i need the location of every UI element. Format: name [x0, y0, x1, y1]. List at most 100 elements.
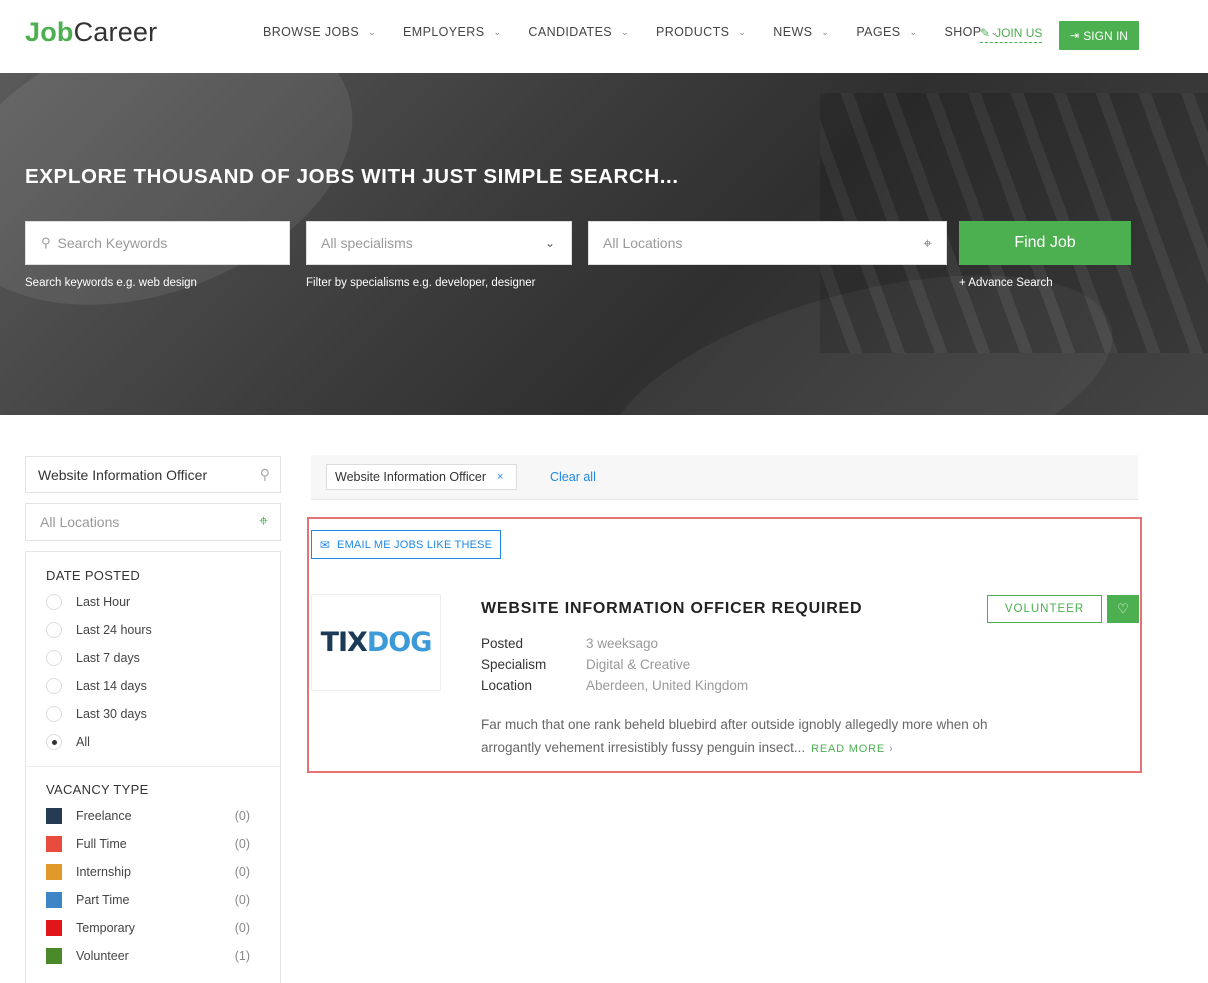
locations-placeholder: All Locations [603, 235, 683, 251]
vacancy-type-badge[interactable]: VOLUNTEER [987, 595, 1102, 623]
find-job-button[interactable]: Find Job [959, 221, 1131, 265]
job-title[interactable]: WEBSITE INFORMATION OFFICER REQUIRED [481, 600, 862, 618]
company-logo-text: TIXDOG [320, 627, 433, 658]
vacancy-label: Volunteer [76, 949, 129, 963]
hero-title: EXPLORE THOUSAND OF JOBS WITH JUST SIMPL… [25, 165, 679, 188]
email-jobs-label: EMAIL ME JOBS LIKE THESE [337, 538, 493, 551]
date-option-all[interactable]: All [46, 734, 90, 750]
vacancy-temporary[interactable]: Temporary (0) [46, 920, 250, 936]
sidebar-search-input[interactable]: Website Information Officer ⚲ [25, 456, 281, 493]
chevron-down-icon: ⌄ [493, 26, 502, 37]
date-option-last-7-days[interactable]: Last 7 days [46, 650, 140, 666]
specialisms-value: All specialisms [321, 235, 413, 251]
sign-in-button[interactable]: ⇥ SIGN IN [1059, 21, 1139, 50]
heart-icon: ♡ [1117, 601, 1129, 616]
sidebar-location-input[interactable]: All Locations ⌖ [25, 503, 281, 541]
sidebar-location-placeholder: All Locations [40, 514, 120, 530]
vacancy-label: Freelance [76, 809, 132, 823]
logo-text-part: TIX [320, 627, 368, 658]
chevron-down-icon: ⌄ [621, 26, 629, 37]
crosshair-icon[interactable]: ⌖ [924, 235, 932, 252]
sign-in-label: SIGN IN [1083, 28, 1128, 43]
nav-label: CANDIDATES [528, 25, 613, 39]
radio-button-selected[interactable] [46, 734, 62, 750]
vacancy-label: Part Time [76, 893, 130, 907]
pencil-icon: ✎ [980, 26, 991, 40]
hero-background-shape [0, 73, 392, 357]
date-option-label: Last Hour [76, 595, 131, 609]
search-icon[interactable]: ⚲ [260, 466, 270, 483]
location-value: Aberdeen, United Kingdom [586, 678, 749, 693]
vacancy-part-time[interactable]: Part Time (0) [46, 892, 250, 908]
color-swatch [46, 808, 62, 824]
specialisms-select[interactable]: All specialisms ⌄ [306, 221, 572, 265]
location-label: Location [481, 678, 533, 693]
read-more-label: READ MORE [811, 743, 885, 755]
vacancy-count: (1) [234, 949, 250, 963]
specialism-value: Digital & Creative [586, 657, 691, 672]
vacancy-label: Internship [76, 865, 131, 879]
radio-button[interactable] [46, 622, 62, 638]
date-option-last-hour[interactable]: Last Hour [46, 594, 130, 610]
vacancy-freelance[interactable]: Freelance (0) [46, 808, 250, 824]
filter-tag-label: Website Information Officer [335, 470, 486, 484]
vacancy-type-title: VACANCY TYPE [46, 782, 149, 797]
nav-browse-jobs[interactable]: BROWSE JOBS ⌄ [263, 25, 376, 39]
email-jobs-button[interactable]: ✉ EMAIL ME JOBS LIKE THESE [311, 530, 501, 559]
advance-search-link[interactable]: + Advance Search [959, 277, 1053, 289]
radio-button[interactable] [46, 650, 62, 666]
color-swatch [46, 920, 62, 936]
keywords-input[interactable]: ⚲ Search Keywords [25, 221, 290, 265]
locations-input[interactable]: All Locations ⌖ [588, 221, 947, 265]
favorite-button[interactable]: ♡ [1107, 595, 1139, 623]
vacancy-full-time[interactable]: Full Time (0) [46, 836, 250, 852]
vacancy-volunteer[interactable]: Volunteer (1) [46, 948, 250, 964]
keywords-hint: Search keywords e.g. web design [25, 277, 197, 289]
posted-value: 3 weeksago [586, 636, 659, 651]
close-icon[interactable]: × [497, 471, 503, 483]
nav-label: SHOP [944, 25, 982, 39]
join-us-link[interactable]: ✎ JOIN US [980, 26, 1043, 43]
chevron-down-icon: ⌄ [821, 26, 830, 37]
date-option-last-24-hours[interactable]: Last 24 hours [46, 622, 152, 638]
site-logo[interactable]: JobCareer [25, 17, 157, 48]
chevron-right-icon: › [888, 743, 894, 755]
date-option-last-30-days[interactable]: Last 30 days [46, 706, 147, 722]
nav-label: BROWSE JOBS [263, 25, 360, 39]
nav-pages[interactable]: PAGES ⌄ [856, 25, 917, 39]
color-swatch [46, 864, 62, 880]
date-option-last-14-days[interactable]: Last 14 days [46, 678, 147, 694]
clear-all-link[interactable]: Clear all [550, 470, 596, 484]
nav-label: PAGES [856, 25, 901, 39]
vacancy-count: (0) [234, 921, 250, 935]
vacancy-count: (0) [234, 809, 250, 823]
job-description-text: Far much that one rank beheld bluebird a… [481, 717, 988, 755]
radio-button[interactable] [46, 706, 62, 722]
nav-candidates[interactable]: CANDIDATES ⌄ [528, 25, 629, 39]
vacancy-internship[interactable]: Internship (0) [46, 864, 250, 880]
nav-products[interactable]: PRODUCTS ⌄ [656, 25, 746, 39]
nav-news[interactable]: NEWS ⌄ [773, 25, 829, 39]
vacancy-count: (0) [234, 893, 250, 907]
color-swatch [46, 948, 62, 964]
active-filters-bar: Website Information Officer × Clear all [311, 455, 1138, 500]
date-option-label: Last 7 days [76, 651, 140, 665]
radio-button[interactable] [46, 678, 62, 694]
read-more-link[interactable]: READ MORE › [811, 743, 893, 755]
logo-career: Career [73, 17, 158, 47]
chevron-down-icon: ⌄ [909, 26, 918, 37]
date-option-label: Last 14 days [76, 679, 147, 693]
filter-tag: Website Information Officer × [326, 464, 518, 490]
radio-button[interactable] [46, 594, 62, 610]
date-option-label: Last 30 days [76, 707, 147, 721]
nav-label: EMPLOYERS [403, 25, 485, 39]
keywords-placeholder: Search Keywords [57, 235, 168, 251]
specialisms-hint: Filter by specialisms e.g. developer, de… [306, 277, 536, 289]
nav-label: PRODUCTS [656, 25, 730, 39]
filter-divider [26, 766, 280, 767]
sidebar-search-value: Website Information Officer [38, 466, 208, 483]
nav-employers[interactable]: EMPLOYERS ⌄ [403, 25, 501, 39]
crosshair-icon[interactable]: ⌖ [259, 513, 268, 531]
company-logo[interactable]: TIXDOG [311, 594, 441, 691]
specialism-label: Specialism [481, 657, 547, 672]
